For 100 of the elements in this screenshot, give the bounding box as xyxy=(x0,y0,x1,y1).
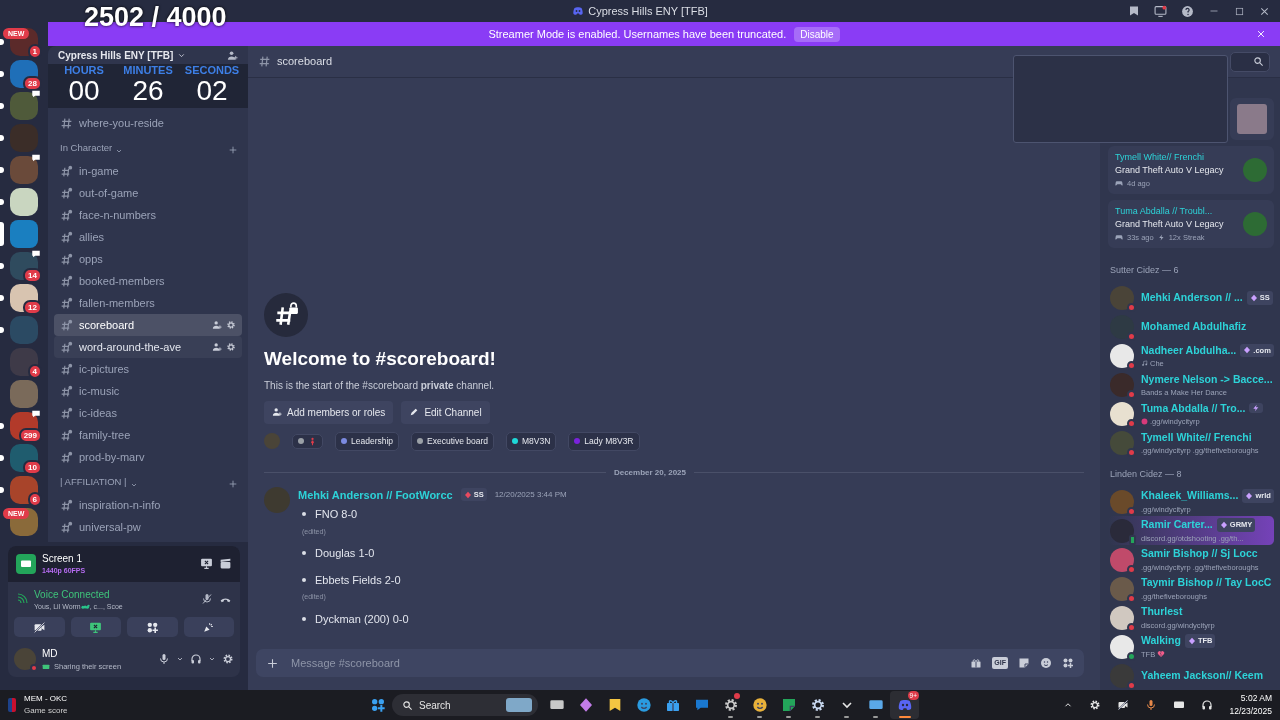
channel-link[interactable]: scoreboard xyxy=(54,314,242,336)
apps-icon[interactable] xyxy=(1062,657,1074,669)
message-input[interactable]: Message #scoreboard xyxy=(289,653,961,673)
emblem-icon xyxy=(1249,294,1258,302)
voice-status[interactable]: Voice Connected xyxy=(34,586,123,602)
edit-channel-button[interactable]: Edit Channel xyxy=(401,400,490,424)
add-member-icon[interactable] xyxy=(227,49,238,61)
category-header[interactable]: | AFFILIATION | xyxy=(48,468,248,494)
channel-link[interactable]: face-n-numbers xyxy=(54,204,242,226)
screen-share-button[interactable] xyxy=(70,617,121,637)
server-button[interactable]: 4 xyxy=(0,348,48,376)
server-button[interactable]: 10 xyxy=(0,444,48,472)
server-button[interactable]: 299 xyxy=(0,412,48,440)
member-name: Tymell White// Frenchi xyxy=(1141,429,1252,445)
emblem-icon xyxy=(1219,520,1228,529)
add-member-icon[interactable] xyxy=(212,342,222,352)
clock-date: 12/23/2025 xyxy=(1229,705,1272,718)
emblem-icon xyxy=(1187,636,1196,645)
add-channel-icon[interactable] xyxy=(228,145,238,155)
close-icon[interactable] xyxy=(1259,5,1270,17)
timer-label: MINUTES xyxy=(122,64,174,76)
unread-count: 14 xyxy=(23,268,42,283)
microphone-icon[interactable] xyxy=(158,653,170,666)
channel-link[interactable]: ic-ideas xyxy=(54,402,242,424)
channel-link[interactable]: inspiration-n-info xyxy=(54,494,242,516)
channel-link[interactable]: where-you-reside xyxy=(54,112,242,134)
channel-link[interactable]: opps xyxy=(54,248,242,270)
stop-stream-icon[interactable] xyxy=(200,557,213,571)
member-row[interactable]: Yaheem Jackson// Keem xyxy=(1108,661,1274,690)
soundboard-button[interactable] xyxy=(183,617,234,637)
server-picture-placeholder xyxy=(10,220,38,248)
media-subtitle: Game score xyxy=(24,705,68,717)
channel-link[interactable]: booked-members xyxy=(54,270,242,292)
category-header[interactable]: In Character xyxy=(48,134,248,160)
server-picture-placeholder xyxy=(10,380,38,408)
channel-link[interactable]: family-tree xyxy=(54,424,242,446)
role-name: Executive board xyxy=(427,434,488,448)
search-field[interactable] xyxy=(1230,51,1270,72)
server-button[interactable]: 6 xyxy=(0,476,48,504)
monitor-icon[interactable] xyxy=(1154,4,1167,18)
server-button[interactable]: 28 xyxy=(0,60,48,88)
server-picture-placeholder xyxy=(10,316,38,344)
server-button[interactable]: 14 xyxy=(0,252,48,280)
emoji-icon[interactable] xyxy=(1040,657,1052,669)
screen-share-icon xyxy=(89,620,103,634)
unread-count: 299 xyxy=(18,428,42,443)
taskbar-search[interactable]: Search xyxy=(392,694,538,716)
channel-link[interactable]: prod-by-marv xyxy=(54,446,242,468)
channel-link[interactable]: word-around-the-ave xyxy=(54,336,242,358)
close-icon[interactable] xyxy=(1256,29,1266,39)
headphones-icon[interactable] xyxy=(190,653,202,666)
bullet-icon xyxy=(302,616,306,621)
channel-link[interactable]: in-game xyxy=(54,160,242,182)
settings-icon[interactable] xyxy=(222,653,234,666)
unread-count: 12 xyxy=(23,300,42,315)
clock-time: 5:02 AM xyxy=(1240,692,1272,705)
activity-card[interactable] xyxy=(1230,98,1274,140)
list-item-text: FNO 8-0 xyxy=(315,507,358,522)
settings-icon[interactable] xyxy=(226,342,236,352)
server-picture-placeholder xyxy=(10,476,38,504)
app-logo-icon xyxy=(572,5,585,17)
channel-link[interactable]: fallen-members xyxy=(54,292,242,314)
status-dot xyxy=(30,664,38,673)
activities-button[interactable] xyxy=(127,617,178,637)
gift-icon[interactable] xyxy=(970,657,983,669)
settings-icon[interactable] xyxy=(226,320,236,330)
server-picture-placeholder xyxy=(10,188,38,216)
microphone-icon[interactable] xyxy=(1145,699,1158,711)
add-member-icon[interactable] xyxy=(212,320,222,330)
channel-title: scoreboard xyxy=(277,54,333,70)
disable-button[interactable]: Disable xyxy=(794,26,840,42)
role-name: Leadership xyxy=(351,434,394,448)
spreadsheet-icon xyxy=(780,697,797,713)
sticker-icon[interactable] xyxy=(1018,657,1030,669)
timer-value: 26 xyxy=(131,76,165,106)
author-name[interactable]: Mehki Anderson // FootWorcc xyxy=(298,486,453,503)
server-name[interactable]: Cypress Hills ENY [TFB] xyxy=(58,47,174,63)
add-member-icon xyxy=(272,407,282,418)
add-channel-icon[interactable] xyxy=(228,479,238,489)
channel-link[interactable]: ic-music xyxy=(54,380,242,402)
maximize-icon[interactable] xyxy=(1234,5,1245,17)
member-name: Samir Bishop // Sj Locc xyxy=(1141,546,1258,561)
member-row[interactable]: Mohamed Abdulhafiz xyxy=(1108,312,1274,342)
search-highlight-picture xyxy=(506,698,532,712)
clip-icon[interactable] xyxy=(219,557,232,571)
channel-link[interactable]: universal-pw xyxy=(54,516,242,538)
controller-icon xyxy=(1115,233,1123,242)
channel-link[interactable]: allies xyxy=(54,226,242,248)
display-icon[interactable] xyxy=(1173,699,1186,711)
channel-link[interactable]: ic-pictures xyxy=(54,358,242,380)
server-button[interactable]: 12 xyxy=(0,284,48,312)
add-attachment-icon[interactable] xyxy=(266,656,279,670)
help-icon[interactable] xyxy=(1181,4,1194,18)
camera-off-button[interactable] xyxy=(14,617,65,637)
channel-link[interactable]: out-of-game xyxy=(54,182,242,204)
stream-title: Screen 1 xyxy=(42,552,84,566)
timer-value: 02 xyxy=(195,76,229,106)
windows-grid-icon xyxy=(369,697,386,713)
member-name: Yaheem Jackson// Keem xyxy=(1141,667,1263,683)
add-members-button[interactable]: Add members or roles xyxy=(264,400,394,424)
